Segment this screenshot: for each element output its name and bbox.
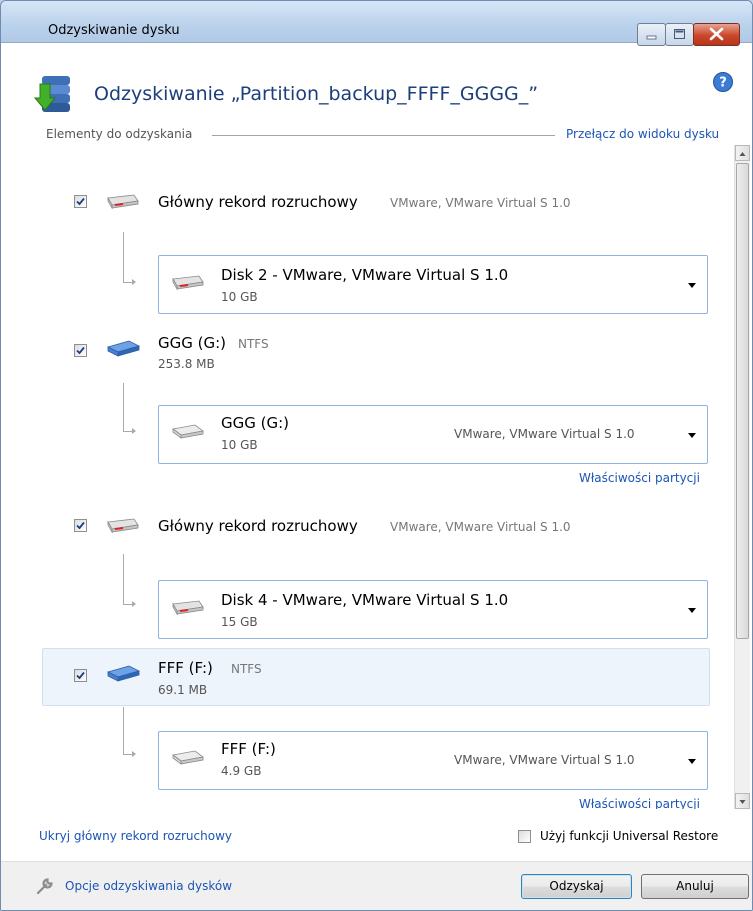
cancel-button[interactable]: Anuluj xyxy=(641,874,749,899)
item-checkbox[interactable] xyxy=(74,669,87,682)
item-size: 253.8 MB xyxy=(158,357,215,371)
chevron-down-icon xyxy=(688,759,696,764)
hard-disk-icon xyxy=(172,275,204,291)
item-subtitle: NTFS xyxy=(238,337,269,351)
universal-restore-checkbox[interactable] xyxy=(518,830,531,843)
dropdown-size: 4.9 GB xyxy=(221,764,262,778)
volume-icon xyxy=(106,340,141,357)
recovery-options-link[interactable]: Opcje odzyskiwania dysków xyxy=(65,879,232,893)
dropdown-size: 15 GB xyxy=(221,615,258,629)
universal-restore-label[interactable]: Użyj funkcji Universal Restore xyxy=(540,829,718,843)
item-checkbox[interactable] xyxy=(74,195,87,208)
scroll-up-icon xyxy=(739,152,746,156)
target-disk-dropdown[interactable]: Disk 4 - VMware, VMware Virtual S 1.0 15… xyxy=(158,580,708,639)
tree-arrow-icon xyxy=(132,751,136,757)
item-title: Główny rekord rozruchowy xyxy=(158,517,358,535)
tree-connector xyxy=(123,554,124,604)
item-title: Główny rekord rozruchowy xyxy=(158,193,358,211)
maximize-icon xyxy=(674,29,685,39)
dropdown-title: Disk 4 - VMware, VMware Virtual S 1.0 xyxy=(221,591,509,609)
title-bar[interactable]: Odzyskiwanie dysku xyxy=(1,1,752,46)
tree-arrow-icon xyxy=(132,601,136,607)
window-title: Odzyskiwanie dysku xyxy=(48,23,180,38)
item-checkbox[interactable] xyxy=(74,344,87,357)
dropdown-device: VMware, VMware Virtual S 1.0 xyxy=(454,753,635,767)
wrench-icon xyxy=(36,878,53,895)
checkmark-icon xyxy=(76,346,85,355)
partition-icon xyxy=(172,424,204,439)
scroll-up-button[interactable] xyxy=(735,145,750,161)
dropdown-size: 10 GB xyxy=(221,290,258,304)
disk-recovery-icon xyxy=(34,76,70,112)
dialog-footer: Opcje odzyskiwania dysków Odzyskaj Anulu… xyxy=(1,861,752,910)
item-size: 69.1 MB xyxy=(158,683,208,697)
dropdown-title: GGG (G:) xyxy=(221,414,290,432)
partition-icon xyxy=(172,750,204,765)
recovery-window: Odzyskiwanie dysku Odzyskiwanie „Partiti… xyxy=(0,0,753,911)
svg-text:?: ? xyxy=(719,76,727,91)
minimize-button[interactable] xyxy=(637,23,666,46)
hide-mbr-link[interactable]: Ukryj główny rekord rozruchowy xyxy=(39,829,232,843)
scroll-down-icon xyxy=(739,800,746,804)
item-subtitle: VMware, VMware Virtual S 1.0 xyxy=(390,520,571,534)
tree-connector xyxy=(123,232,124,282)
vertical-scrollbar[interactable] xyxy=(734,145,750,809)
target-partition-dropdown[interactable]: GGG (G:) 10 GB VMware, VMware Virtual S … xyxy=(158,405,708,464)
header-title: Odzyskiwanie „Partition_backup_FFFF_GGGG… xyxy=(94,83,539,105)
partition-properties-link[interactable]: Właściwości partycji xyxy=(579,797,700,809)
tree-arrow-icon xyxy=(132,279,136,285)
scroll-down-button[interactable] xyxy=(735,793,750,809)
selected-row-highlight xyxy=(42,648,710,706)
section-divider xyxy=(212,135,555,136)
dropdown-title: Disk 2 - VMware, VMware Virtual S 1.0 xyxy=(221,266,509,284)
scroll-thumb[interactable] xyxy=(736,163,749,639)
tree-arrow-icon xyxy=(132,428,136,434)
item-subtitle: VMware, VMware Virtual S 1.0 xyxy=(390,196,571,210)
recovery-items-list: Główny rekord rozruchowy VMware, VMware … xyxy=(1,145,733,809)
tree-connector xyxy=(123,707,124,754)
hard-disk-icon xyxy=(107,194,139,210)
item-checkbox[interactable] xyxy=(74,519,87,532)
item-title: GGG (G:) xyxy=(158,334,227,352)
item-subtitle: NTFS xyxy=(231,662,262,676)
hard-disk-icon xyxy=(172,600,204,616)
item-title: FFF (F:) xyxy=(158,659,213,677)
target-partition-dropdown[interactable]: FFF (F:) 4.9 GB VMware, VMware Virtual S… xyxy=(158,731,708,790)
checkmark-icon xyxy=(76,671,85,680)
section-label: Elementy do odzyskania xyxy=(46,127,193,141)
close-button[interactable] xyxy=(693,23,740,46)
target-disk-dropdown[interactable]: Disk 2 - VMware, VMware Virtual S 1.0 10… xyxy=(158,255,708,314)
chevron-down-icon xyxy=(688,283,696,288)
volume-icon xyxy=(106,665,141,682)
chevron-down-icon xyxy=(688,433,696,438)
chevron-down-icon xyxy=(688,608,696,613)
switch-to-disk-view-link[interactable]: Przełącz do widoku dysku xyxy=(566,127,719,141)
recover-button[interactable]: Odzyskaj xyxy=(521,874,632,899)
dropdown-device: VMware, VMware Virtual S 1.0 xyxy=(454,427,635,441)
dropdown-title: FFF (F:) xyxy=(221,740,276,758)
checkmark-icon xyxy=(76,521,85,530)
hard-disk-icon xyxy=(107,518,139,534)
maximize-button[interactable] xyxy=(665,23,694,46)
dropdown-size: 10 GB xyxy=(221,438,258,452)
tree-connector xyxy=(123,383,124,431)
close-icon xyxy=(709,27,724,41)
partition-properties-link[interactable]: Właściwości partycji xyxy=(579,471,700,485)
minimize-icon xyxy=(646,35,657,40)
help-icon[interactable]: ? xyxy=(712,71,734,93)
checkmark-icon xyxy=(76,197,85,206)
